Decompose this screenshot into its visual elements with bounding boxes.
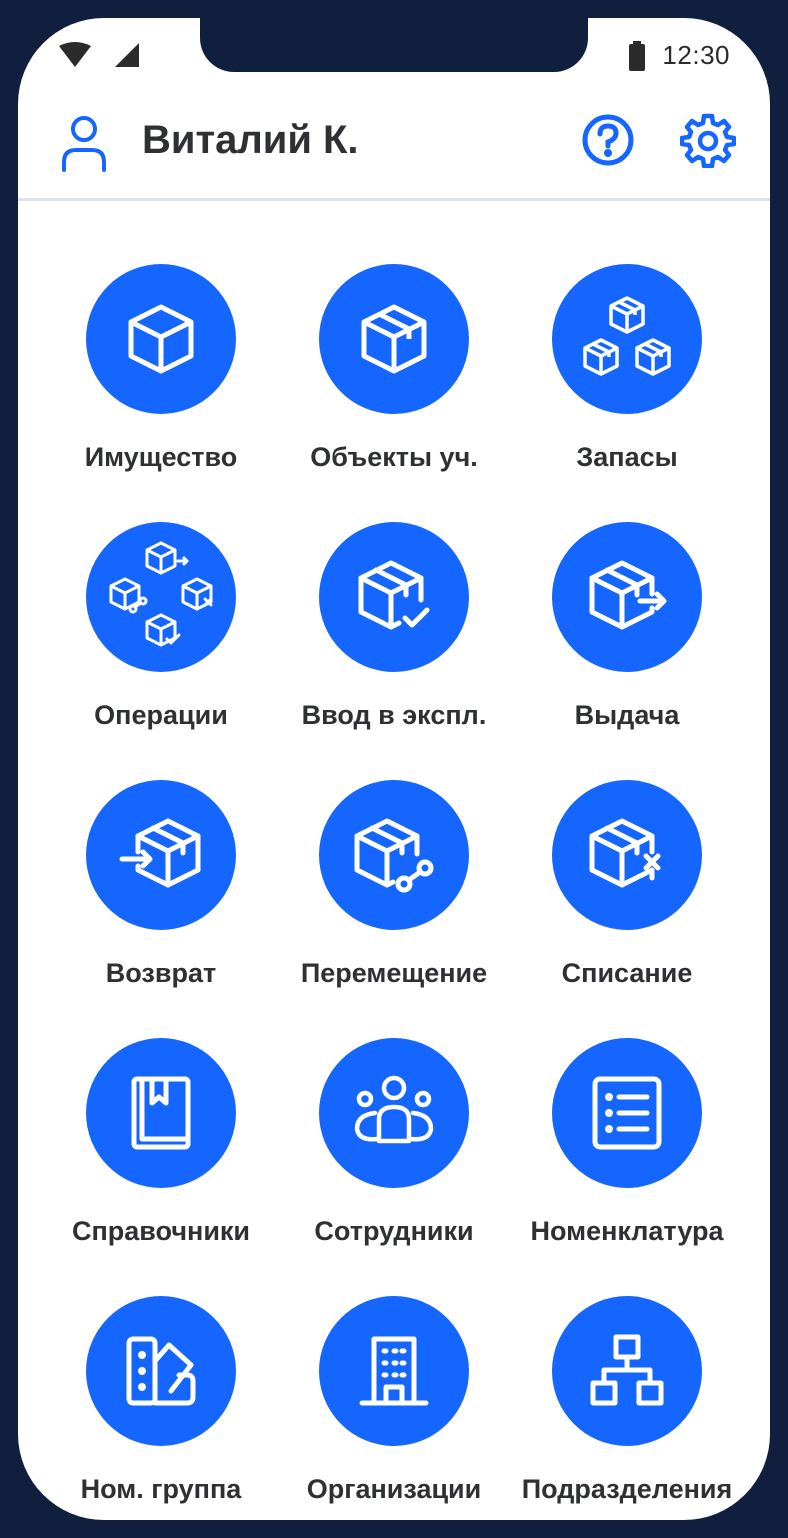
- menu-item-stocks[interactable]: Запасы: [511, 264, 744, 474]
- box-icon: [121, 299, 201, 379]
- menu-item-circle: [86, 522, 236, 672]
- menu-item-return[interactable]: Возврат: [45, 780, 278, 990]
- menu-item-circle: [319, 522, 469, 672]
- menu-item-label: Организации: [306, 1474, 482, 1504]
- list-icon: [589, 1073, 665, 1153]
- menu-item-accounting-objects[interactable]: Объекты уч.: [278, 264, 511, 474]
- box-route-icon: [349, 812, 439, 898]
- menu-item-label: Запасы: [576, 442, 678, 472]
- menu-item-property[interactable]: Имущество: [45, 264, 278, 474]
- menu-item-label: Подразделения: [521, 1474, 733, 1504]
- menu-item-label: Выдача: [574, 700, 680, 730]
- phone-screen: 12:30 Виталий К. Имущество Объекты уч. З…: [18, 18, 770, 1520]
- menu-item-label: Сотрудники: [314, 1216, 474, 1246]
- menu-item-label: Перемещение: [300, 958, 488, 988]
- menu-grid: Имущество Объекты уч. Запасы Операции Вв…: [18, 264, 770, 1506]
- menu-item-nomenclature[interactable]: Номенклатура: [511, 1038, 744, 1248]
- menu-item-label: Объекты уч.: [310, 442, 478, 472]
- operations-icon: [101, 537, 221, 657]
- menu-item-circle: [319, 264, 469, 414]
- menu-item-circle: [552, 522, 702, 672]
- status-bar-right: 12:30: [628, 40, 730, 71]
- menu-item-writeoff[interactable]: Списание: [511, 780, 744, 990]
- menu-item-issue[interactable]: Выдача: [511, 522, 744, 732]
- app-header: Виталий К.: [18, 108, 770, 201]
- menu-item-organizations[interactable]: Организации: [278, 1296, 511, 1506]
- wifi-icon: [58, 42, 92, 68]
- menu-item-label: Списание: [561, 958, 693, 988]
- menu-item-label: Ввод в экспл.: [301, 700, 487, 730]
- gear-icon[interactable]: [680, 112, 736, 168]
- menu-item-directories[interactable]: Справочники: [45, 1038, 278, 1248]
- box-remove-icon: [582, 812, 672, 898]
- user-name[interactable]: Виталий К.: [142, 118, 359, 163]
- menu-item-label: Справочники: [71, 1216, 251, 1246]
- menu-item-label: Возврат: [105, 958, 217, 988]
- menu-item-circle: [319, 1296, 469, 1446]
- menu-item-circle: [319, 780, 469, 930]
- battery-icon: [628, 40, 646, 71]
- building-icon: [356, 1333, 432, 1409]
- menu-item-label: Номенклатура: [530, 1216, 724, 1246]
- swatches-icon: [123, 1333, 199, 1409]
- menu-item-commissioning[interactable]: Ввод в экспл.: [278, 522, 511, 732]
- menu-item-circle: [552, 1038, 702, 1188]
- boxes-stack-icon: [579, 294, 675, 384]
- status-bar-left: [58, 42, 140, 68]
- menu-item-label: Имущество: [84, 442, 238, 472]
- menu-item-circle: [552, 780, 702, 930]
- menu-item-departments[interactable]: Подразделения: [511, 1296, 744, 1506]
- menu-item-circle: [86, 264, 236, 414]
- menu-item-employees[interactable]: Сотрудники: [278, 1038, 511, 1248]
- menu-item-circle: [86, 780, 236, 930]
- menu-item-circle: [86, 1296, 236, 1446]
- menu-item-label: Ном. группа: [80, 1474, 242, 1504]
- menu-item-label: Операции: [94, 700, 228, 730]
- team-icon: [349, 1073, 439, 1153]
- box-in-icon: [116, 812, 206, 898]
- box-tape-icon: [354, 299, 434, 379]
- menu-item-transfer[interactable]: Перемещение: [278, 780, 511, 990]
- menu-item-circle: [319, 1038, 469, 1188]
- menu-item-nomenclature-group[interactable]: Ном. группа: [45, 1296, 278, 1506]
- user-icon[interactable]: [60, 114, 108, 172]
- book-icon: [126, 1073, 196, 1153]
- menu-item-operations[interactable]: Операции: [45, 522, 278, 732]
- help-icon[interactable]: [580, 112, 636, 168]
- menu-item-circle: [86, 1038, 236, 1188]
- status-time: 12:30: [662, 40, 730, 70]
- hierarchy-icon: [587, 1333, 667, 1409]
- signal-icon: [114, 42, 140, 68]
- notch: [200, 18, 588, 72]
- menu-item-circle: [552, 1296, 702, 1446]
- box-check-icon: [351, 554, 437, 640]
- box-out-icon: [582, 554, 672, 640]
- menu-item-circle: [552, 264, 702, 414]
